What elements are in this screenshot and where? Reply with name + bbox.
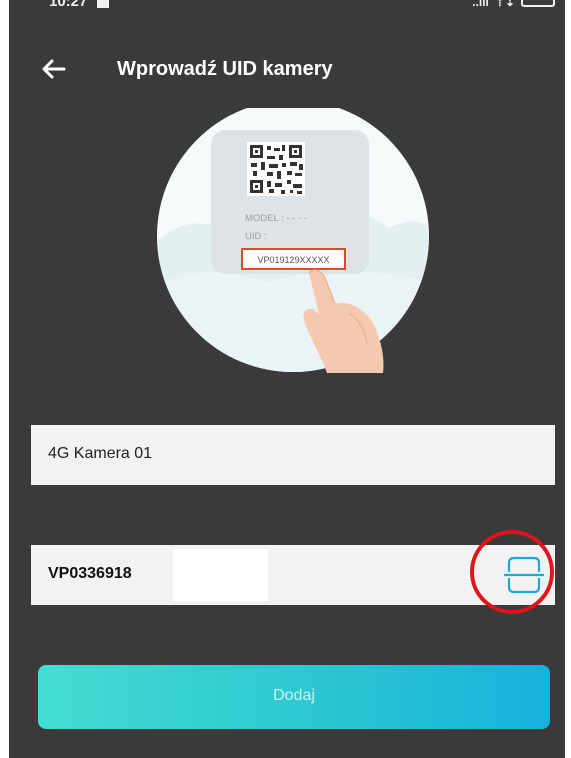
- qr-code-icon: [247, 142, 305, 196]
- uid-label: UID :: [245, 231, 267, 242]
- uid-label-illustration: MODEL : - - - - UID : VP019129XXXXX: [157, 108, 429, 373]
- highlight-annotation-circle: [470, 530, 554, 614]
- camera-uid-value: VP0336918: [48, 565, 132, 582]
- redaction-box: [173, 549, 268, 601]
- battery-icon: [521, 0, 555, 7]
- status-bar: 10:27 ..ıll ⇡⇣: [9, 0, 565, 16]
- back-arrow-icon[interactable]: [37, 52, 71, 86]
- top-bar: Wprowadź UID kamery: [9, 48, 565, 92]
- notification-icon: [97, 0, 109, 8]
- status-icons: ..ıll ⇡⇣: [472, 0, 555, 9]
- signal-icon: ..ıll: [472, 0, 489, 9]
- uid-example: VP019129XXXXX: [257, 255, 329, 265]
- wifi-icon: ⇡⇣: [494, 0, 515, 9]
- page-title: Wprowadź UID kamery: [117, 58, 333, 80]
- add-button-label: Dodaj: [273, 687, 315, 704]
- camera-name-field[interactable]: 4G Kamera 01: [31, 425, 555, 485]
- status-time: 10:27: [49, 0, 88, 10]
- add-button[interactable]: Dodaj: [38, 665, 550, 729]
- app-screen: 10:27 ..ıll ⇡⇣ Wprowadź UID kamery MODEL…: [9, 0, 565, 758]
- camera-name-value: 4G Kamera 01: [48, 445, 153, 462]
- model-label: MODEL : - - - -: [245, 213, 307, 224]
